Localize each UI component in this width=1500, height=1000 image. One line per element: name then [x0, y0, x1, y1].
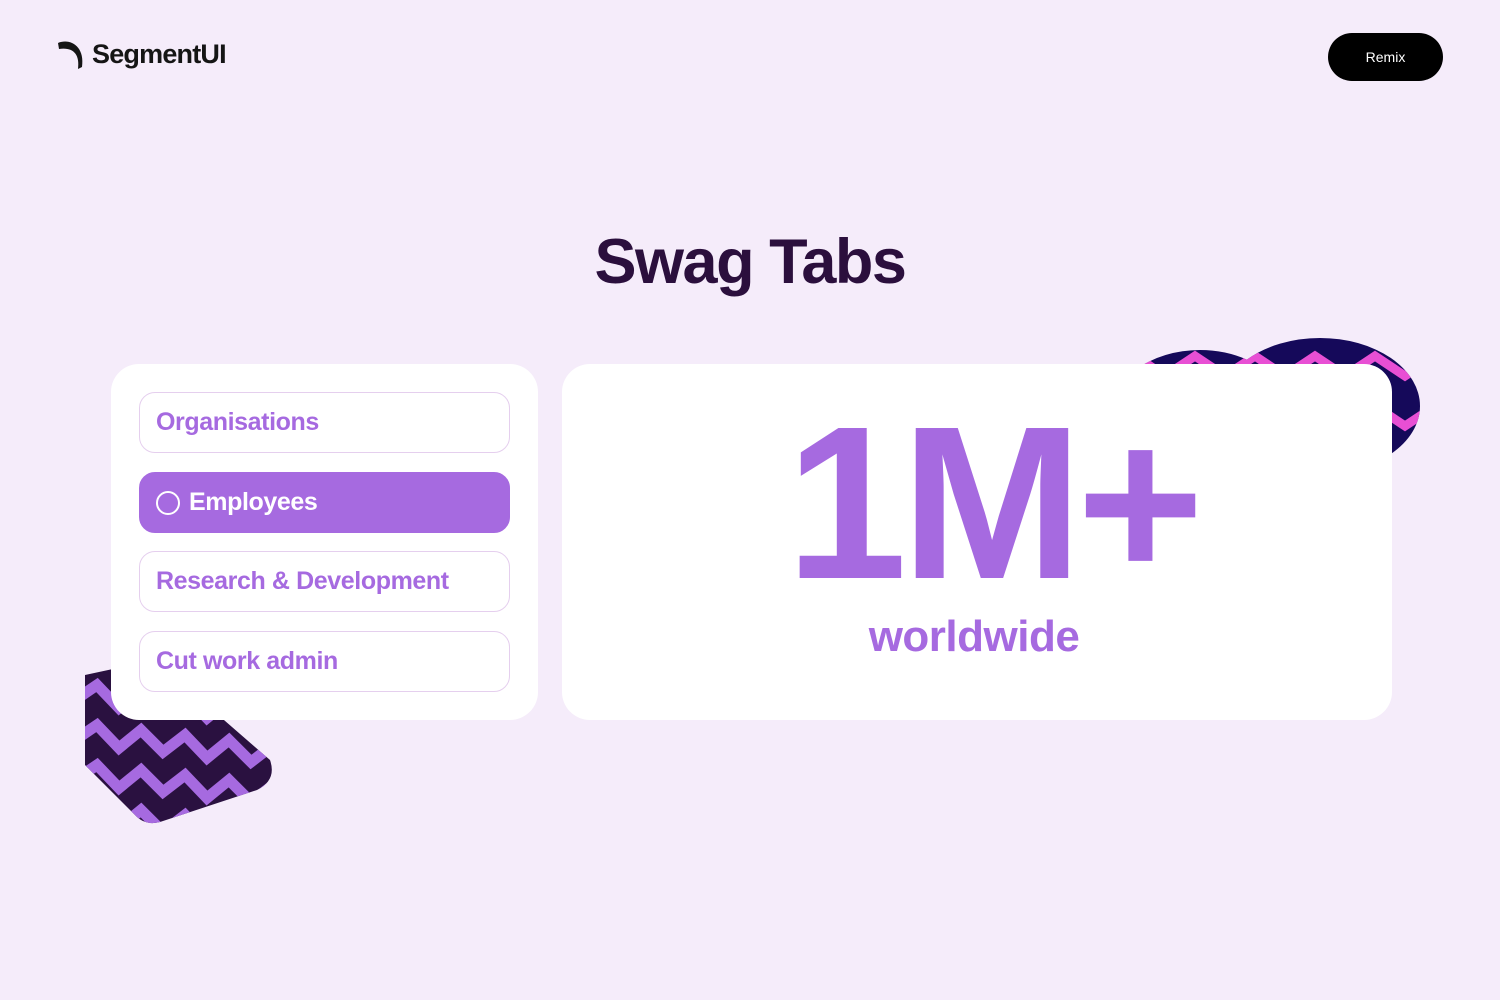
remix-button[interactable]: Remix [1328, 33, 1443, 81]
stat-value: 1M+ [785, 382, 1204, 625]
header: SegmentUI Remix [0, 0, 1500, 110]
stat-caption: worldwide [868, 612, 1080, 661]
tab-label: Employees [189, 488, 318, 516]
tab-employees[interactable]: Employees [139, 472, 510, 533]
logo-mark-icon [58, 41, 83, 69]
logo[interactable]: SegmentUI [56, 38, 227, 70]
tab-label: Cut work admin [156, 647, 338, 675]
tab-label: Research & Development [156, 567, 449, 595]
page-title: Swag Tabs [594, 227, 907, 297]
loading-spinner-icon [156, 490, 180, 515]
tab-research-development[interactable]: Research & Development [139, 551, 510, 612]
tab-label: Organisations [156, 408, 319, 436]
tabs-card: Organisations Employees Research & Devel… [111, 364, 538, 720]
tab-organisations[interactable]: Organisations [139, 392, 510, 453]
tab-cut-work-admin[interactable]: Cut work admin [139, 631, 510, 692]
logo-text: SegmentUI [92, 38, 227, 69]
stat-card: 1M+ worldwide [562, 364, 1392, 720]
